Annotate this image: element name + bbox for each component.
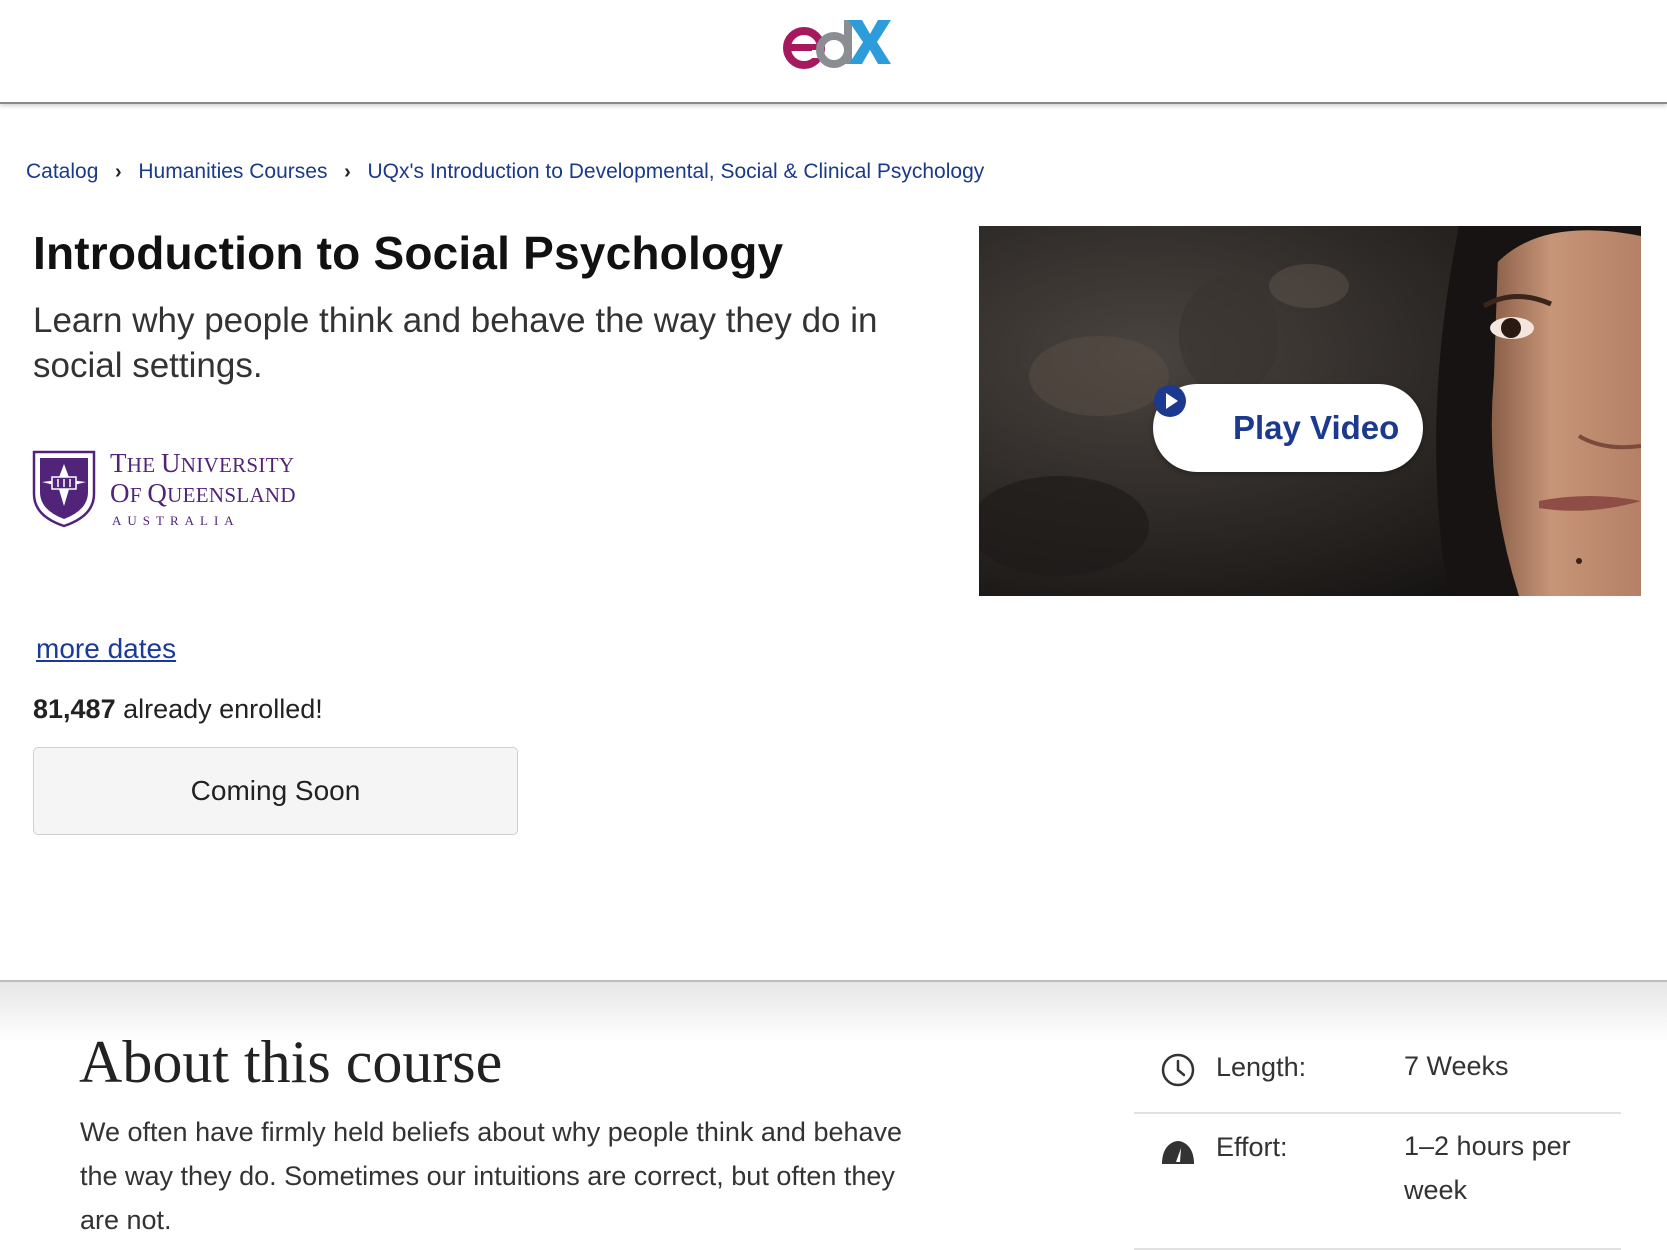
course-subtitle: Learn why people think and behave the wa… [33, 301, 878, 385]
enrolled-label: already enrolled! [115, 694, 323, 724]
institution-name-line2: OF QUEENSLAND [110, 478, 296, 508]
institution-logo[interactable]: THE UNIVERSITY OF QUEENSLAND AUSTRALIA [32, 448, 332, 530]
site-header [0, 0, 1667, 104]
fact-length: Length: 7 Weeks [1134, 1042, 1621, 1114]
speedometer-icon [1162, 1141, 1194, 1164]
chevron-right-icon: › [115, 160, 122, 183]
breadcrumb-program[interactable]: UQx's Introduction to Developmental, Soc… [367, 160, 984, 184]
institution-country: AUSTRALIA [112, 513, 240, 528]
fact-effort-value: 1–2 hours per week [1404, 1131, 1571, 1205]
clock-icon [1161, 1053, 1195, 1087]
breadcrumb-humanities-courses[interactable]: Humanities Courses [138, 160, 327, 184]
course-facts: Length: 7 Weeks Effort: 1–2 hours per we… [1134, 1042, 1621, 1250]
uq-crest-icon [32, 450, 96, 528]
chevron-right-icon: › [344, 160, 351, 183]
play-video-label: Play Video [1233, 409, 1400, 446]
course-video-thumbnail[interactable]: Play Video [979, 226, 1641, 596]
enrolled-number: 81,487 [33, 694, 116, 724]
breadcrumb: Catalog › Humanities Courses › UQx's Int… [26, 160, 984, 184]
about-title: About this course [79, 1029, 503, 1095]
play-circle-icon [1154, 385, 1186, 417]
breadcrumb-catalog[interactable]: Catalog [26, 160, 98, 184]
logo-x [848, 20, 891, 64]
about-description: We often have firmly held beliefs about … [80, 1117, 903, 1235]
fact-effort-label: Effort: [1216, 1132, 1288, 1162]
course-title: Introduction to Social Psychology [33, 227, 784, 279]
coming-soon-button[interactable]: Coming Soon [33, 747, 518, 835]
fact-effort: Effort: 1–2 hours per week [1134, 1128, 1621, 1250]
play-video-button[interactable]: Play Video [1153, 384, 1423, 472]
enrolled-count: 81,487 already enrolled! [33, 694, 323, 725]
fact-length-value: 7 Weeks [1404, 1051, 1509, 1081]
more-dates-link[interactable]: more dates [36, 633, 176, 665]
institution-name-line1: THE UNIVERSITY [110, 448, 295, 478]
fact-length-label: Length: [1216, 1052, 1307, 1082]
edx-logo[interactable] [782, 14, 892, 74]
